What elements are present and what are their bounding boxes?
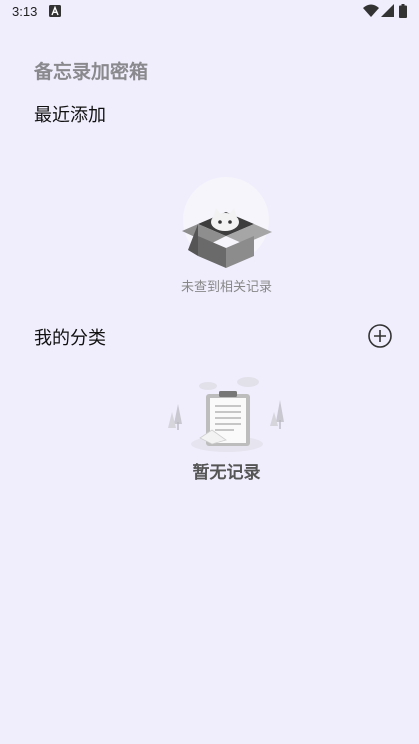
category-empty-text: 暂无记录 [192,463,261,483]
add-circle-icon[interactable] [367,323,393,349]
status-bar: 3:13 [0,0,419,24]
text-a-icon [49,5,61,17]
app-title: 备忘录加密箱 [34,61,149,83]
battery-icon [399,4,407,18]
empty-box-icon [182,177,272,268]
status-time: 3:13 [12,4,38,19]
signal-icon [381,4,394,17]
status-icons [363,4,409,18]
wifi-icon [363,4,379,17]
recent-empty-text: 未查到相关记录 [180,280,272,295]
empty-document-icon [168,377,284,452]
category-section-title: 我的分类 [34,328,106,349]
recent-section-title: 最近添加 [34,105,106,126]
